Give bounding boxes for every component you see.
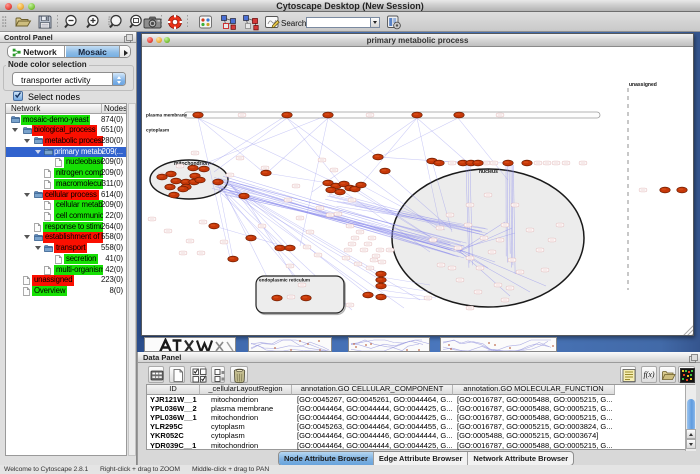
svg-text:plasma membrane: plasma membrane: [146, 113, 188, 118]
svg-text:unassigned: unassigned: [629, 82, 657, 88]
svg-text:cytoplasm: cytoplasm: [146, 128, 169, 133]
svg-text:nucleus: nucleus: [479, 169, 498, 175]
svg-text:endoplasmic reticulum: endoplasmic reticulum: [259, 278, 310, 283]
